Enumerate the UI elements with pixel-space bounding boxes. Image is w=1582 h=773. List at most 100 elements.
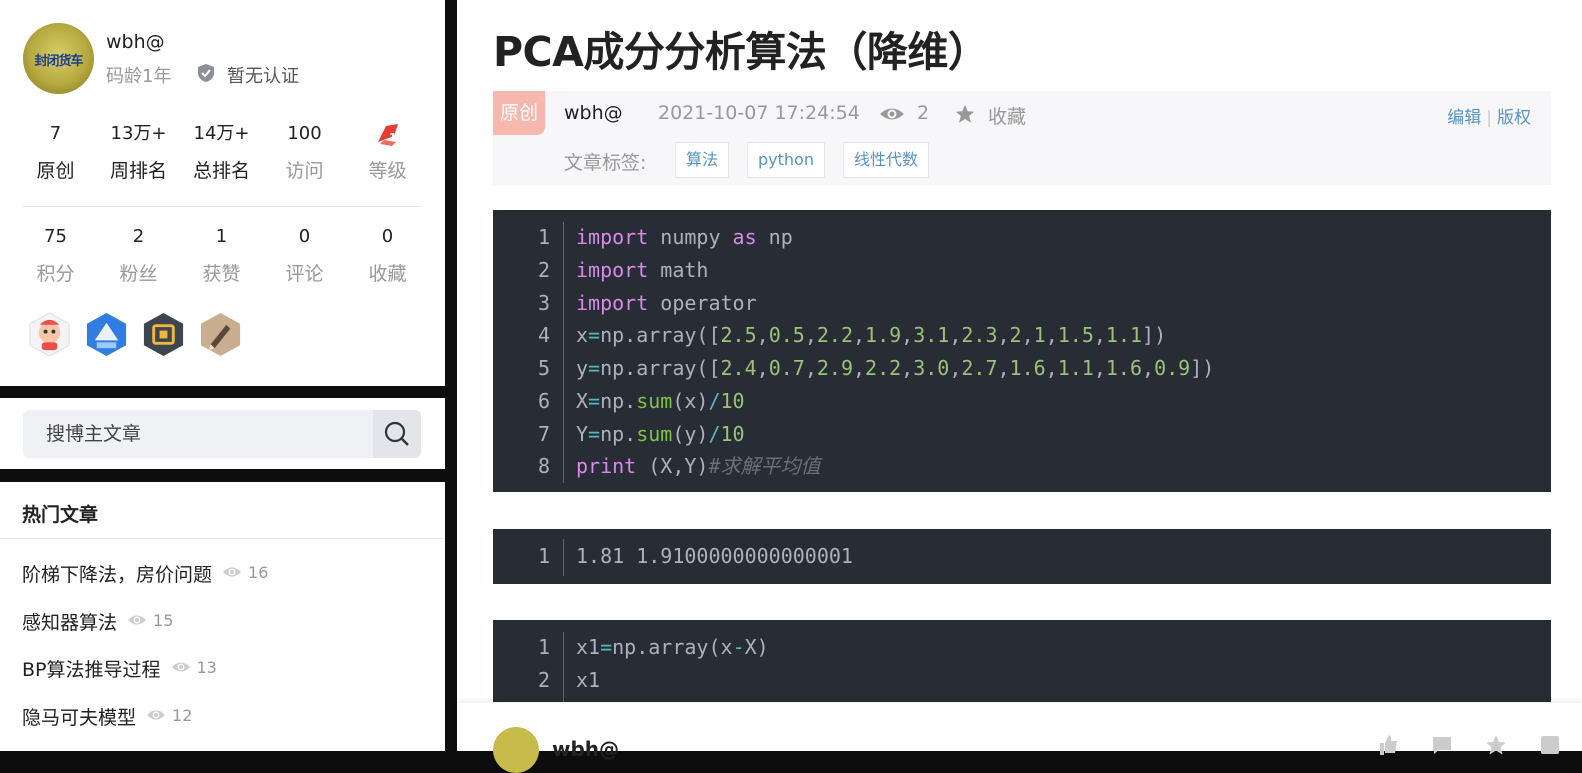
- code-block[interactable]: 1 1.81 1.9100000000000001: [493, 529, 1551, 584]
- tag-algorithm[interactable]: 算法: [675, 142, 730, 178]
- hexagon-badge-icon[interactable]: [140, 311, 187, 358]
- monkey-badge-icon[interactable]: [26, 311, 73, 358]
- star-icon[interactable]: [1484, 733, 1508, 757]
- stat-label: 周排名: [109, 160, 167, 182]
- stat-label: 获赞: [202, 263, 241, 285]
- author-link[interactable]: wbh@: [564, 102, 623, 124]
- username[interactable]: wbh@: [106, 31, 165, 53]
- code-text: x1=np.array(x-X): [576, 635, 769, 659]
- like-icon[interactable]: [1376, 733, 1400, 757]
- line-number: 4: [537, 323, 550, 348]
- stat-value: 0: [381, 226, 394, 247]
- avatar-text: 封闭货车: [34, 54, 83, 69]
- stat-label: 原创: [36, 160, 75, 182]
- code-text: 1.81 1.9100000000000001: [576, 544, 853, 568]
- avatar[interactable]: [493, 727, 539, 773]
- code-line: 5 y=np.array([2.4,0.7,2.9,2.2,3.0,2.7,1.6…: [493, 352, 1551, 385]
- stat-likes[interactable]: 1 获赞: [180, 223, 263, 286]
- stat-label: 积分: [36, 263, 75, 285]
- pen-badge-icon[interactable]: [197, 311, 244, 358]
- search-input[interactable]: [23, 410, 373, 458]
- article-link[interactable]: 隐马可夫模型: [22, 703, 136, 730]
- stat-value: 7: [49, 123, 62, 144]
- stat-value: 0: [298, 226, 311, 247]
- tag-linear-algebra[interactable]: 线性代数: [842, 142, 929, 178]
- code-line: 2 x1: [493, 664, 1551, 697]
- line-number: 1: [537, 225, 550, 249]
- code-text: x=np.array([2.5,0.5,2.2,1.9,3.1,2.3,2,1,…: [576, 323, 1167, 348]
- comment-icon[interactable]: [1430, 733, 1454, 757]
- profile-card: 封闭货车 wbh@ 码龄1年 暂无认证 7 原创 13万+ 周排名 14万+ 总排名 …: [0, 0, 445, 386]
- search-card: [0, 398, 445, 469]
- list-item[interactable]: BP算法推导过程 13: [22, 655, 268, 703]
- stat-points[interactable]: 75 积分: [14, 223, 97, 286]
- stat-visits[interactable]: 100 访问: [263, 120, 346, 183]
- stat-value: 1: [215, 226, 228, 247]
- search-button[interactable]: [373, 410, 421, 458]
- view-count: 15: [153, 610, 174, 630]
- author-name[interactable]: wbh@: [552, 737, 619, 761]
- code-line: 6 X=np.sum(x)/10: [493, 385, 1551, 418]
- code-block[interactable]: 1 import numpy as np 2 import math 3 import…: [493, 210, 1551, 492]
- view-count: 2: [917, 102, 930, 124]
- cert-status: 暂无认证: [227, 66, 299, 87]
- line-number: 7: [537, 421, 550, 446]
- stat-comments[interactable]: 0 评论: [263, 223, 346, 286]
- avatar[interactable]: 封闭货车: [23, 23, 94, 94]
- copyright-link[interactable]: 版权: [1497, 108, 1531, 128]
- stats-row-2: 75 积分 2 粉丝 1 获赞 0 评论 0 收藏: [14, 223, 429, 286]
- list-item[interactable]: 隐马可夫模型 12: [22, 703, 268, 751]
- level-1-icon: 1: [377, 124, 398, 146]
- line-number: 2: [537, 257, 550, 282]
- star-icon[interactable]: [954, 103, 976, 125]
- stat-total-rank[interactable]: 14万+ 总排名: [180, 120, 263, 183]
- tag-list: 算法 python 线性代数: [675, 142, 929, 178]
- hot-articles-card: 热门文章 阶梯下降法，房价问题 16 感知器算法 15 BP算法推导过程 13 …: [0, 482, 445, 751]
- code-text: x1: [576, 667, 601, 692]
- article-link[interactable]: 感知器算法: [22, 608, 117, 635]
- line-number: 3: [537, 290, 550, 315]
- edit-link[interactable]: 编辑: [1447, 108, 1481, 128]
- list-item[interactable]: 感知器算法 15: [22, 608, 268, 656]
- stat-label: 粉丝: [119, 263, 158, 285]
- code-line: 7 Y=np.sum(y)/10: [493, 418, 1551, 451]
- code-text: import operator: [576, 290, 757, 315]
- code-line: 4 x=np.array([2.5,0.5,2.2,1.9,3.1,2.3,2,1…: [493, 319, 1551, 352]
- stat-label: 总排名: [192, 160, 250, 182]
- search-box: [23, 410, 421, 458]
- article-link[interactable]: BP算法推导过程: [22, 655, 161, 682]
- tag-label: 文章标签:: [564, 152, 647, 174]
- shield-check-icon: [198, 64, 214, 82]
- line-number: 1: [537, 544, 550, 568]
- line-number: 1: [537, 635, 550, 659]
- code-text: y=np.array([2.4,0.7,2.9,2.2,3.0,2.7,1.6,…: [576, 356, 1215, 380]
- share-icon[interactable]: [1538, 733, 1562, 757]
- stat-level[interactable]: 1 等级: [346, 120, 429, 183]
- article-link[interactable]: 阶梯下降法，房价问题: [22, 560, 212, 587]
- code-text: X=np.sum(x)/10: [576, 388, 745, 413]
- eye-icon: [128, 615, 147, 624]
- stat-weekly-rank[interactable]: 13万+ 周排名: [97, 120, 180, 183]
- code-text: print (X,Y)#求解平均值: [576, 454, 821, 479]
- stat-value: 13万+: [110, 123, 167, 144]
- divider: [0, 538, 445, 539]
- blue-shield-badge-icon[interactable]: [83, 311, 130, 358]
- favorite-button[interactable]: 收藏: [988, 102, 1026, 129]
- hot-articles-list: 阶梯下降法，房价问题 16 感知器算法 15 BP算法推导过程 13 隐马可夫模…: [22, 560, 268, 750]
- meta-links: 编辑 | 版权: [1447, 103, 1531, 128]
- stat-value: 14万+: [193, 123, 250, 144]
- code-line: 1 1.81 1.9100000000000001: [493, 540, 1551, 573]
- list-item[interactable]: 阶梯下降法，房价问题 16: [22, 560, 268, 608]
- code-block[interactable]: 1 x1=np.array(x-X) 2 x1: [493, 620, 1551, 702]
- stat-label: 访问: [285, 160, 324, 182]
- stat-original[interactable]: 7 原创: [14, 120, 97, 183]
- stat-value: 2: [132, 226, 145, 247]
- tag-python[interactable]: python: [747, 142, 825, 178]
- line-number: 2: [537, 667, 550, 692]
- stat-fans[interactable]: 2 粉丝: [97, 223, 180, 286]
- divider: [23, 206, 421, 207]
- eye-icon: [880, 108, 904, 120]
- article-title: PCA成分分析算法（降维）: [493, 28, 989, 76]
- stat-collections[interactable]: 0 收藏: [346, 223, 429, 286]
- eye-icon: [223, 567, 242, 577]
